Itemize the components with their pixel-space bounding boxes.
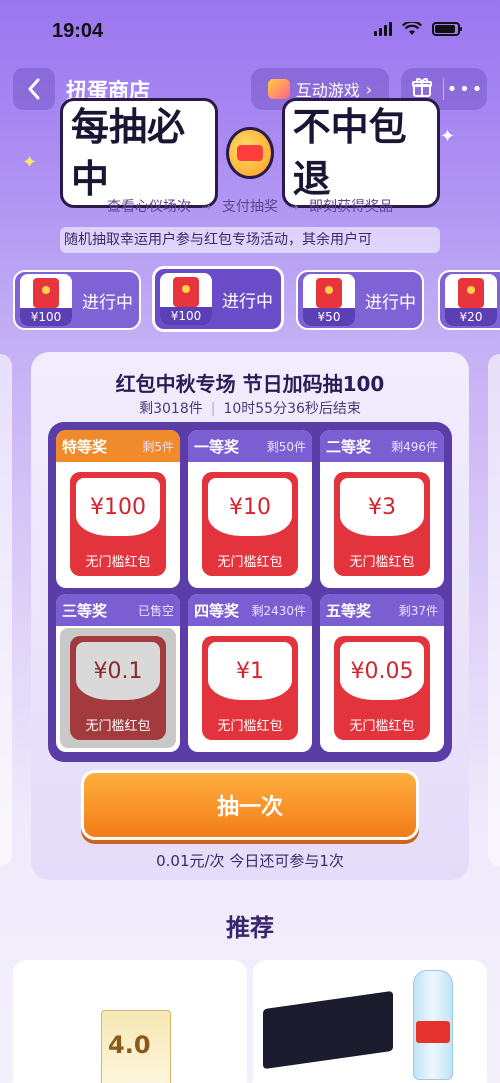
prize-name: 一等奖	[194, 437, 240, 456]
prize-grid: 特等奖 剩5件 ¥100 无门槛红包 一等奖 剩50件 ¥10 无门槛红包 二等奖剩…	[48, 422, 452, 762]
prize-name: 五等奖	[326, 601, 372, 620]
back-button[interactable]	[13, 68, 55, 110]
product-card[interactable]	[253, 960, 487, 1083]
session-card: 红包中秋专场 节日加码抽100 剩3018件 | 10时55分36秒后结束 特等奖剩…	[31, 352, 469, 880]
red-envelope: ¥3 无门槛红包	[334, 472, 430, 576]
chevron-left-icon	[28, 78, 40, 100]
prize-stock: 剩50件	[266, 439, 306, 454]
milk-product-image: 4.0	[101, 1010, 171, 1083]
prize-value: ¥0.1	[76, 642, 160, 700]
red-packet-icon: ¥50	[303, 274, 355, 326]
session-tab-active[interactable]: ¥100 进行中	[152, 266, 284, 332]
status-icons	[374, 22, 462, 36]
prize-label: 无门槛红包	[85, 719, 151, 734]
countdown: 10时55分36秒后结束	[223, 401, 361, 417]
red-packet-icon: ¥100	[160, 273, 212, 325]
red-envelope: ¥10 无门槛红包	[202, 472, 298, 576]
red-packet-icon: ¥20	[445, 274, 497, 326]
water-box-image	[263, 990, 393, 1070]
prize-stock: 剩5件	[142, 439, 174, 454]
red-envelope: ¥0.05 无门槛红包	[334, 636, 430, 740]
red-envelope: ¥100 无门槛红包	[70, 472, 166, 576]
arrow-right-icon: ⇢	[288, 200, 299, 214]
banner-title-right: 不中包退	[281, 98, 441, 208]
banner-steps: 查看心仪场次 ⇢ 支付抽奖 ⇢ 即刻获得奖品	[0, 196, 500, 216]
red-envelope: ¥1 无门槛红包	[202, 636, 298, 740]
status-time: 19:04	[52, 20, 104, 42]
prize-name: 二等奖	[326, 437, 372, 456]
prev-session-card[interactable]	[0, 354, 12, 866]
water-bottle-image	[413, 970, 453, 1080]
event-meta: 剩3018件 | 10时55分36秒后结束	[139, 401, 361, 417]
recommend-title: 推荐	[226, 914, 274, 942]
tab-amount: ¥100	[160, 307, 212, 325]
prize-label: 无门槛红包	[85, 555, 151, 570]
prize-stock: 剩37件	[398, 603, 438, 618]
arrow-right-icon: ⇢	[201, 200, 212, 214]
gift-icon	[412, 77, 432, 97]
prize-stock: 剩496件	[391, 439, 438, 454]
prize-label: 无门槛红包	[349, 719, 415, 734]
step-1: 查看心仪场次	[107, 199, 192, 215]
chevron-right-icon: ›	[365, 79, 373, 99]
next-session-card[interactable]	[488, 354, 500, 866]
prize-card-soldout: 三等奖 已售空 ¥0.1 无门槛红包	[56, 594, 180, 752]
prize-value: ¥100	[76, 478, 160, 536]
game-icon	[267, 79, 290, 99]
tab-amount: ¥20	[445, 308, 497, 326]
step-2: 支付抽奖	[222, 199, 278, 215]
tab-amount: ¥100	[20, 308, 72, 326]
more-button[interactable]: •••	[444, 79, 487, 100]
draw-once-button[interactable]: 抽一次	[81, 770, 419, 840]
prize-name: 三等奖	[62, 601, 108, 620]
red-packet-medal-icon	[226, 127, 274, 179]
session-tab[interactable]: ¥50 进行中	[296, 270, 424, 330]
product-card[interactable]: 4.0	[13, 960, 247, 1083]
sparkle-icon: ✦	[440, 126, 456, 147]
session-tab[interactable]: ¥20	[438, 270, 500, 330]
red-envelope: ¥0.1 无门槛红包	[70, 636, 166, 740]
prize-label: 无门槛红包	[217, 555, 283, 570]
session-tab[interactable]: ¥100 进行中	[13, 270, 141, 330]
battery-icon	[432, 22, 462, 36]
notice-marquee: 随机抽取幸运用户参与红包专场活动，其余用户可	[60, 227, 440, 253]
promo-banner: ✦ ✦ 每抽必中 不中包退	[0, 98, 500, 208]
prize-value: ¥0.05	[340, 642, 424, 700]
prize-name: 特等奖	[62, 437, 108, 456]
tab-amount: ¥50	[303, 308, 355, 326]
prize-value: ¥1	[208, 642, 292, 700]
prize-name: 四等奖	[194, 601, 240, 620]
prize-card[interactable]: 五等奖 剩37件 ¥0.05 无门槛红包	[320, 594, 444, 752]
prize-label: 无门槛红包	[349, 555, 415, 570]
prize-label: 无门槛红包	[217, 719, 283, 734]
status-bar: 19:04	[0, 0, 500, 62]
wifi-icon	[402, 22, 422, 35]
draw-price-note: 0.01元/次 今日还可参与1次	[156, 852, 344, 870]
prize-card[interactable]: 四等奖 剩2430件 ¥1 无门槛红包	[188, 594, 312, 752]
tab-status: 进行中	[222, 291, 273, 312]
more-dots-icon: •••	[446, 78, 485, 100]
banner-title: 每抽必中 不中包退	[60, 98, 441, 208]
prize-card[interactable]: 特等奖 剩5件 ¥100 无门槛红包	[56, 430, 180, 588]
prize-card[interactable]: 二等奖 剩496件 ¥3 无门槛红包	[320, 430, 444, 588]
session-tabs: ¥100 进行中 ¥100 进行中 ¥50 进行中 ¥20	[0, 266, 500, 336]
tab-status: 进行中	[82, 292, 133, 313]
prize-value: ¥3	[340, 478, 424, 536]
tab-status: 进行中	[365, 292, 416, 313]
signal-icon	[374, 22, 392, 36]
step-3: 即刻获得奖品	[308, 199, 393, 215]
remaining-count: 剩3018件	[139, 401, 203, 417]
prize-card[interactable]: 一等奖 剩50件 ¥10 无门槛红包	[188, 430, 312, 588]
sparkle-icon: ✦	[22, 152, 38, 173]
event-title: 红包中秋专场 节日加码抽100	[115, 372, 385, 396]
prize-stock: 剩2430件	[251, 603, 306, 618]
banner-title-left: 每抽必中	[60, 98, 219, 208]
prize-stock: 已售空	[137, 603, 174, 618]
prize-value: ¥10	[208, 478, 292, 536]
red-packet-icon: ¥100	[20, 274, 72, 326]
